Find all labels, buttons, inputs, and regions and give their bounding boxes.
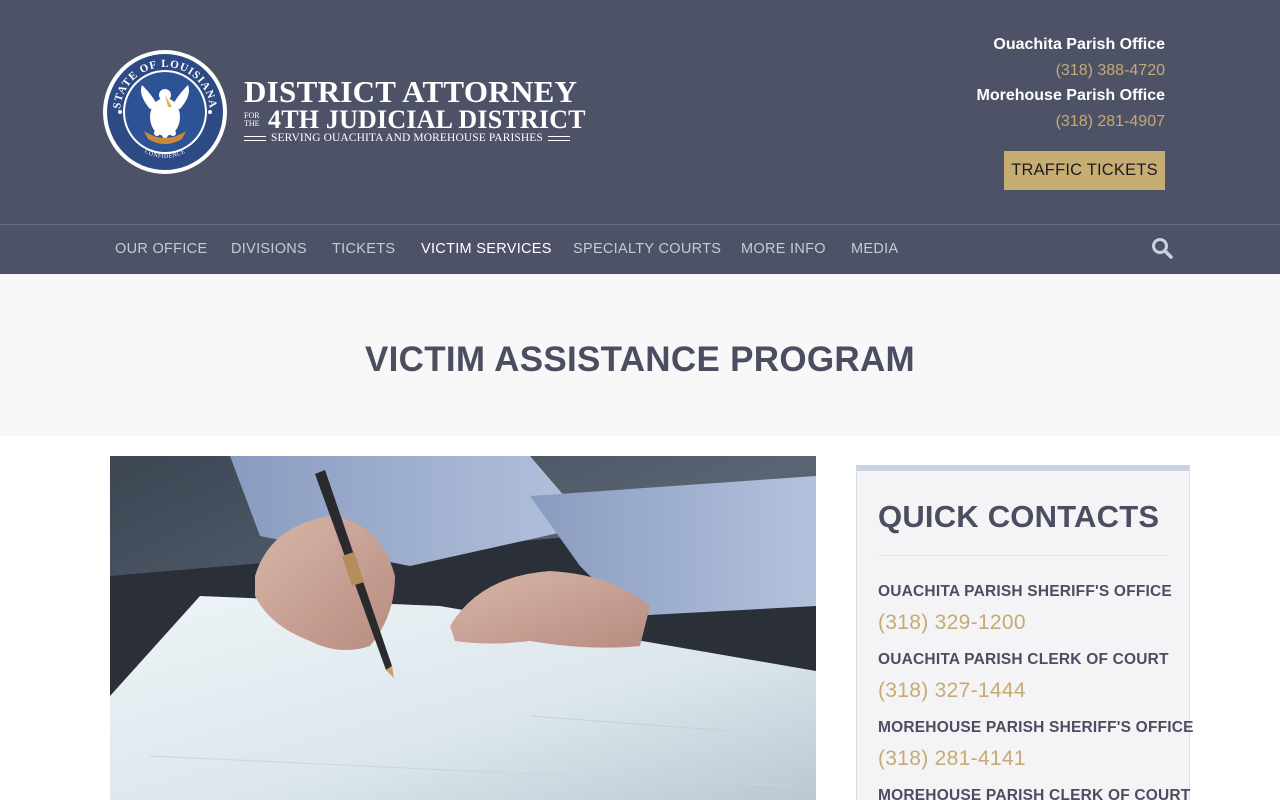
brand-district: 4TH JUDICIAL DISTRICT bbox=[268, 105, 586, 134]
nav-item-specialty-courts[interactable]: SPECIALTY COURTS bbox=[573, 241, 721, 257]
brand-subtitle-row: FOR THE 4TH JUDICIAL DISTRICT bbox=[244, 105, 608, 134]
contact-phone-link[interactable]: (318) 329-1200 bbox=[878, 611, 1026, 635]
search-icon[interactable] bbox=[1151, 237, 1173, 259]
nav-item-divisions[interactable]: DIVISIONS bbox=[231, 241, 307, 257]
brand-tagline: SERVING OUACHITA AND MOREHOUSE PARISHES bbox=[271, 132, 543, 144]
brand-for-the: FOR THE bbox=[244, 111, 260, 128]
brand-wordmark[interactable]: DISTRICT ATTORNEY FOR THE 4TH JUDICIAL D… bbox=[244, 76, 608, 144]
quick-contacts-title: QUICK CONTACTS bbox=[878, 499, 1160, 534]
louisiana-seal-logo[interactable]: STATE OF LOUISIANA CONFIDENCE bbox=[102, 49, 228, 175]
divider bbox=[244, 135, 266, 141]
nav-item-victim-services[interactable]: VICTIM SERVICES bbox=[421, 241, 552, 257]
office-phone-link[interactable]: (318) 388-4720 bbox=[977, 58, 1165, 84]
quick-contacts-panel: QUICK CONTACTS OUACHITA PARISH SHERIFF'S… bbox=[856, 465, 1194, 800]
contact-phone-link[interactable]: (318) 327-1444 bbox=[878, 679, 1026, 703]
contact-phone-link[interactable]: (318) 281-4141 bbox=[878, 747, 1026, 771]
office-name: Ouachita Parish Office bbox=[993, 36, 1165, 53]
brand-title: DISTRICT ATTORNEY bbox=[244, 74, 578, 109]
page-title-band: VICTIM ASSISTANCE PROGRAM bbox=[0, 274, 1280, 436]
nav-item-our-office[interactable]: OUR OFFICE bbox=[115, 241, 207, 257]
office-phone-link[interactable]: (318) 281-4907 bbox=[977, 109, 1165, 135]
contact-name: OUACHITA PARISH CLERK OF COURT bbox=[878, 651, 1169, 668]
contact-name: OUACHITA PARISH SHERIFF'S OFFICE bbox=[878, 583, 1172, 600]
main-nav: OUR OFFICE DIVISIONS TICKETS VICTIM SERV… bbox=[0, 224, 1280, 274]
contact-name: MOREHOUSE PARISH SHERIFF'S OFFICE bbox=[878, 719, 1194, 736]
contact-name: MOREHOUSE PARISH CLERK OF COURT bbox=[878, 787, 1191, 800]
divider bbox=[547, 135, 570, 141]
signing-document-photo bbox=[110, 456, 816, 800]
page-title: VICTIM ASSISTANCE PROGRAM bbox=[364, 340, 916, 379]
nav-item-media[interactable]: MEDIA bbox=[851, 241, 898, 257]
office-name: Morehouse Parish Office bbox=[976, 87, 1166, 104]
nav-item-more-info[interactable]: MORE INFO bbox=[741, 241, 826, 257]
site-header: STATE OF LOUISIANA CONFIDENCE DISTRICT A… bbox=[0, 0, 1280, 224]
divider bbox=[878, 555, 1168, 556]
nav-item-tickets[interactable]: TICKETS bbox=[332, 241, 395, 257]
traffic-tickets-button[interactable]: TRAFFIC TICKETS bbox=[1004, 151, 1165, 190]
office-contacts: Ouachita Parish Office (318) 388-4720 Mo… bbox=[977, 32, 1166, 134]
